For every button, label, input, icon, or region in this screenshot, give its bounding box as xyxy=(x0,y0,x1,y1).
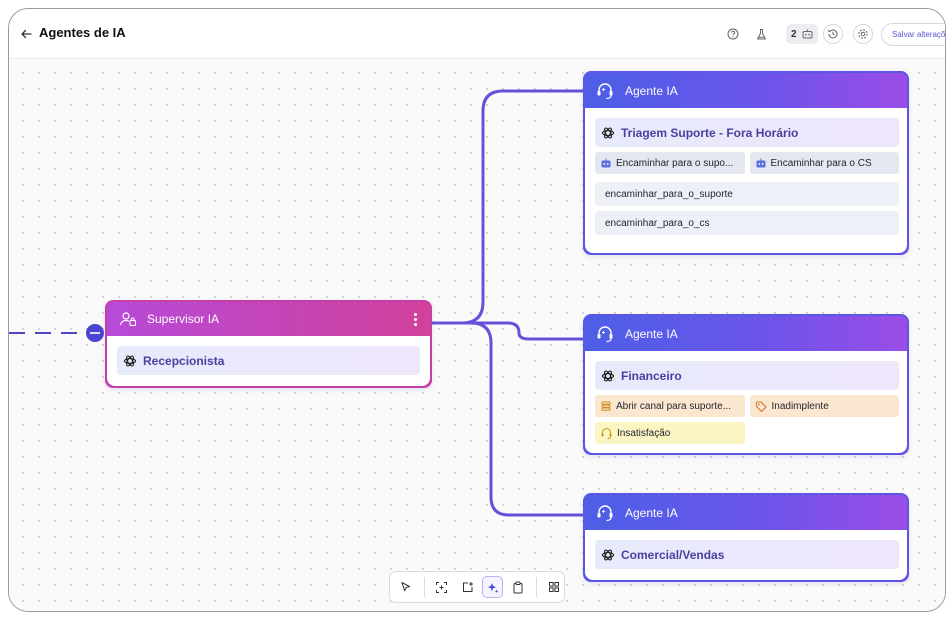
add-node-button[interactable] xyxy=(457,576,478,598)
pointer-icon xyxy=(401,582,411,592)
openai-icon xyxy=(123,355,137,366)
history-icon xyxy=(828,29,838,39)
gear-icon xyxy=(858,29,868,39)
history-button[interactable] xyxy=(823,24,843,44)
agent-node-header: Agente IA xyxy=(585,495,907,530)
top-bar: Agentes de IA 2 Salvar alterações xyxy=(9,9,945,59)
action-label: Inadimplente xyxy=(771,400,829,412)
flask-icon xyxy=(756,28,766,39)
clipboard-icon xyxy=(513,581,523,593)
agent-prompt[interactable]: Triagem Suporte - Fora Horário xyxy=(595,118,899,147)
select-tool-button[interactable] xyxy=(396,576,417,598)
agents-count: 2 xyxy=(791,28,797,40)
page-title: Agentes de IA xyxy=(39,25,126,40)
prompt-name: Triagem Suporte - Fora Horário xyxy=(621,125,799,140)
agent-node-header: Agente IA xyxy=(585,316,907,351)
agent-node-header: Agente IA xyxy=(585,73,907,108)
function-item[interactable]: encaminhar_para_o_cs xyxy=(595,211,899,235)
settings-button[interactable] xyxy=(853,24,873,44)
ai-assist-button[interactable] xyxy=(482,576,504,598)
agent-title: Agente IA xyxy=(625,326,678,341)
canvas-toolbar xyxy=(389,571,565,603)
agent-node-3[interactable]: Agente IA Comercial/Vendas xyxy=(583,493,909,582)
toolbar-divider xyxy=(423,577,425,597)
agent-node-1[interactable]: Agente IA Triagem Suporte - Fora Horário… xyxy=(583,71,909,255)
agent-node-body: Comercial/Vendas xyxy=(585,530,907,580)
handoff-label: Encaminhar para o supo... xyxy=(616,157,734,169)
supervisor-title: Supervisor IA xyxy=(147,312,220,326)
prompt-name: Comercial/Vendas xyxy=(621,547,725,562)
agent-prompt[interactable]: Comercial/Vendas xyxy=(595,540,899,569)
help-icon xyxy=(727,28,739,40)
supervisor-node[interactable]: Supervisor IA Recepcionista xyxy=(105,300,432,388)
openai-icon xyxy=(601,370,615,381)
action-chip-inadimplente[interactable]: Inadimplente xyxy=(749,395,899,417)
clipboard-button[interactable] xyxy=(508,576,529,598)
edge-to-agent-3 xyxy=(432,321,583,517)
function-item[interactable]: encaminhar_para_o_suporte xyxy=(595,182,899,206)
supervisor-node-header: Supervisor IA xyxy=(107,302,430,336)
test-lab-button[interactable] xyxy=(751,24,771,44)
action-chip-insatisfacao[interactable]: Insatisfação xyxy=(595,422,745,444)
arrow-left-icon xyxy=(21,29,32,39)
supervisor-icon xyxy=(119,312,137,327)
agent-node-2[interactable]: Agente IA Financeiro Abrir canal para su… xyxy=(583,314,909,455)
node-menu-button[interactable] xyxy=(414,312,418,326)
grid-view-button[interactable] xyxy=(544,576,565,598)
robot-icon xyxy=(601,158,611,168)
help-button[interactable] xyxy=(723,24,743,44)
agent-headset-icon xyxy=(597,504,613,521)
robot-icon xyxy=(756,158,765,168)
agent-node-body: Financeiro Abrir canal para suporte... I… xyxy=(585,351,907,453)
edge-to-agent-2 xyxy=(432,321,583,341)
agent-headset-icon xyxy=(597,325,613,342)
grid-icon xyxy=(548,582,559,592)
agent-prompt[interactable]: Financeiro xyxy=(595,361,899,390)
stack-icon xyxy=(601,401,611,411)
agent-headset-icon xyxy=(597,82,613,99)
handoff-label: Encaminhar para o CS xyxy=(770,157,872,169)
handoff-chip-support[interactable]: Encaminhar para o supo... xyxy=(595,152,745,174)
toolbar-divider xyxy=(535,577,537,597)
openai-icon xyxy=(601,549,615,560)
agents-count-button[interactable]: 2 xyxy=(786,24,818,44)
openai-icon xyxy=(601,127,615,138)
action-label: Abrir canal para suporte... xyxy=(616,400,732,412)
app-window: Agentes de IA 2 Salvar alterações xyxy=(8,8,946,612)
supervisor-prompt[interactable]: Recepcionista xyxy=(117,346,420,375)
prompt-name: Financeiro xyxy=(621,368,682,383)
action-chip-open-channel[interactable]: Abrir canal para suporte... xyxy=(595,395,745,417)
robot-icon xyxy=(802,29,813,39)
fit-view-button[interactable] xyxy=(431,576,452,598)
edge-to-agent-1 xyxy=(432,89,583,325)
add-node-icon xyxy=(462,581,473,592)
agent-title: Agente IA xyxy=(625,505,678,520)
handoff-chip-cs[interactable]: Encaminhar para o CS xyxy=(749,152,899,174)
agent-node-body: Triagem Suporte - Fora Horário Encaminha… xyxy=(585,108,907,253)
fit-view-icon xyxy=(436,581,448,593)
action-label: Insatisfação xyxy=(617,427,671,439)
supervisor-node-body: Recepcionista xyxy=(107,336,430,386)
agent-title: Agente IA xyxy=(625,83,678,98)
flow-canvas[interactable]: Supervisor IA Recepcionista Agente IA Tr… xyxy=(9,59,945,611)
save-changes-button[interactable]: Salvar alterações xyxy=(881,23,945,46)
tag-icon xyxy=(755,400,767,412)
back-button[interactable] xyxy=(17,25,35,43)
headset-icon xyxy=(601,427,612,439)
prompt-name: Recepcionista xyxy=(143,353,225,368)
ai-sparkle-icon xyxy=(488,582,499,593)
